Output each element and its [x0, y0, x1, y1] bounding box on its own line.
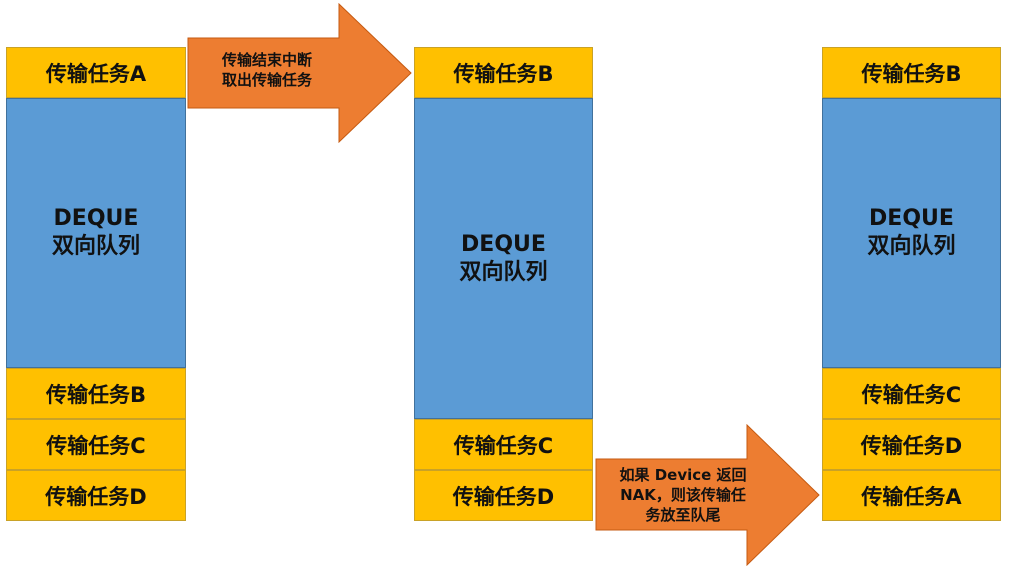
col3-task-d: 传输任务D: [822, 419, 1001, 470]
col2-task-d: 传输任务D: [414, 470, 593, 521]
deque-title: DEQUE: [53, 206, 139, 231]
col2-task-b: 传输任务B: [414, 47, 593, 98]
col1-deque: DEQUE 双向队列: [6, 98, 186, 368]
deque-title: DEQUE: [869, 206, 954, 231]
col2-deque: DEQUE 双向队列: [414, 98, 593, 419]
col1-task-c: 传输任务C: [6, 419, 186, 470]
arrow1-label-line1: 传输结束中断: [221, 51, 312, 69]
arrow1-label-line2: 取出传输任务: [221, 71, 312, 89]
col3-deque: DEQUE 双向队列: [822, 98, 1001, 368]
arrow1-label: 传输结束中断 取出传输任务: [192, 38, 342, 102]
deque-subtitle: 双向队列: [867, 234, 956, 259]
col1-task-b: 传输任务B: [6, 368, 186, 419]
arrow2-label-line1: 如果 Device 返回: [619, 466, 747, 484]
arrow2-label-line3: 务放至队尾: [645, 506, 721, 524]
arrow2-label: 如果 Device 返回 NAK，则该传输任 务放至队尾: [598, 459, 768, 531]
col2-task-c: 传输任务C: [414, 419, 593, 470]
deque-title: DEQUE: [461, 231, 546, 257]
col3-task-c: 传输任务C: [822, 368, 1001, 419]
col3-task-a: 传输任务A: [822, 470, 1001, 521]
deque-subtitle: 双向队列: [51, 234, 140, 259]
col3-task-b: 传输任务B: [822, 47, 1001, 98]
col1-task-d: 传输任务D: [6, 470, 186, 521]
deque-subtitle: 双向队列: [459, 259, 548, 285]
col1-task-a: 传输任务A: [6, 47, 186, 98]
arrow2-label-line2: NAK，则该传输任: [620, 486, 746, 504]
